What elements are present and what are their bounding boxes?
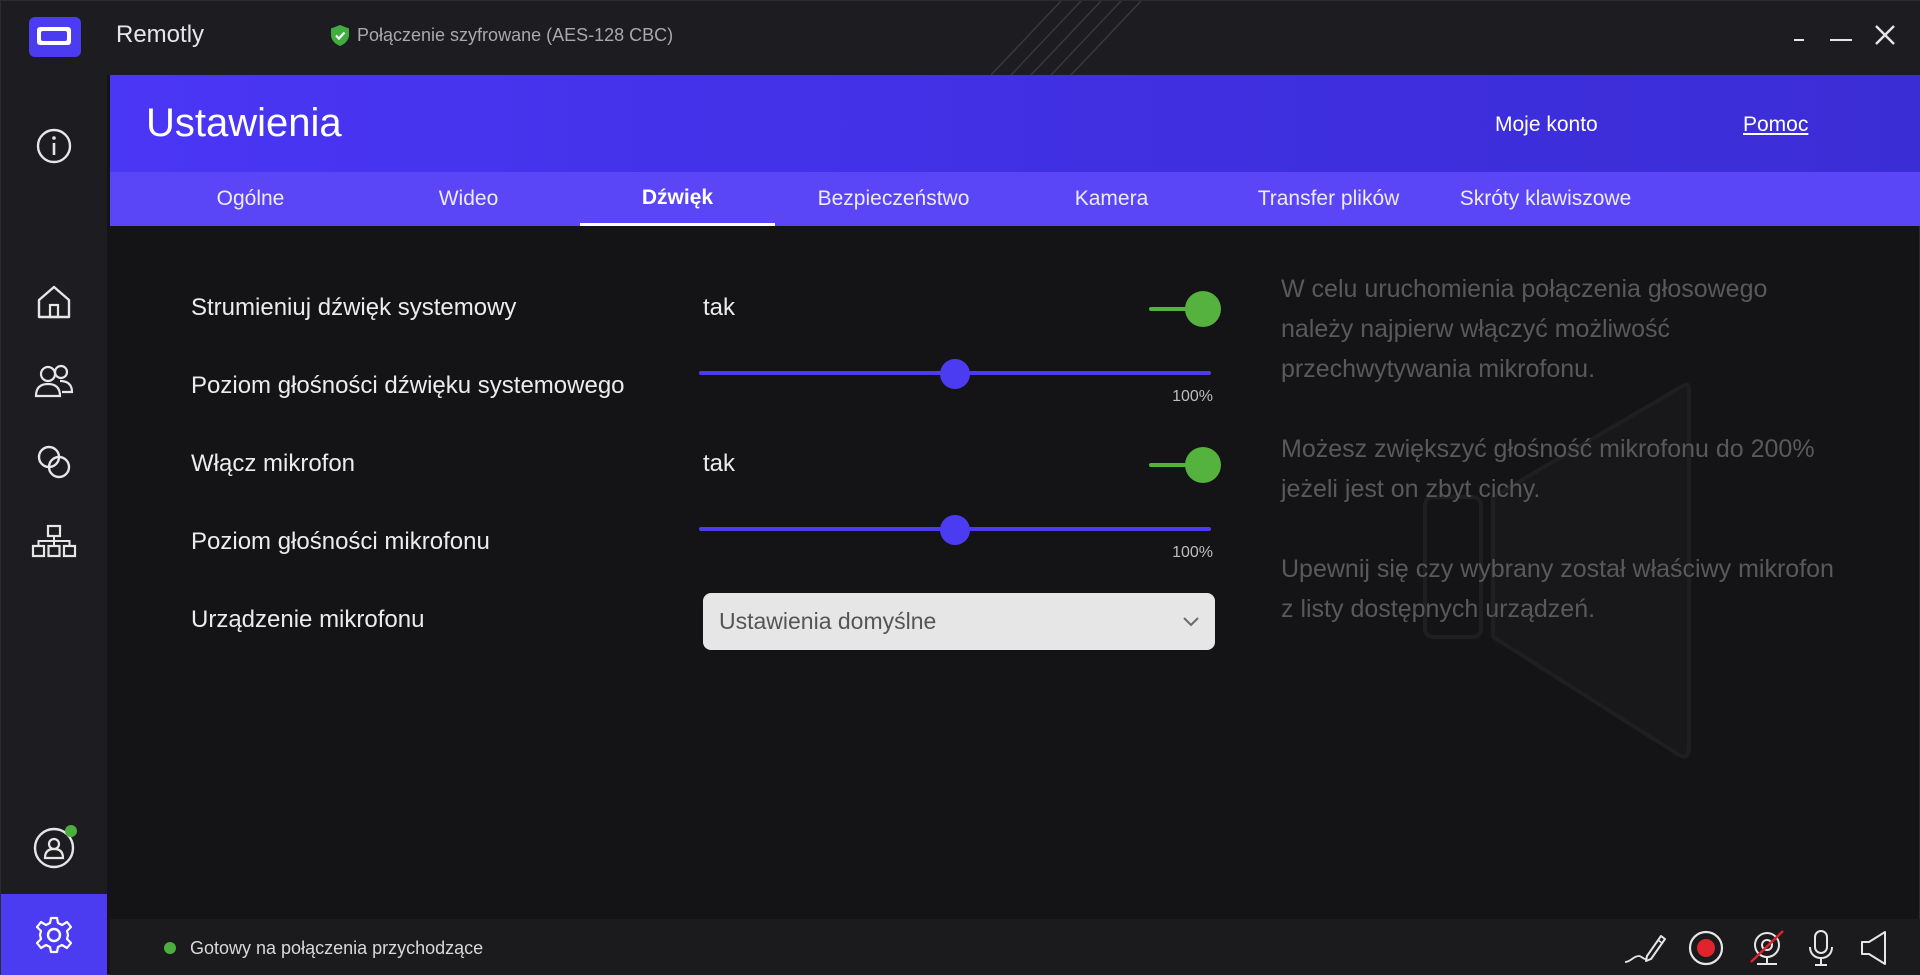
record-button[interactable] bbox=[1684, 927, 1728, 969]
chevron-down-icon bbox=[1183, 617, 1199, 627]
stream-system-audio-value: tak bbox=[703, 294, 736, 321]
info-paragraph: W celu uruchomienia połączenia głosowego… bbox=[1281, 275, 1768, 383]
minimize-button[interactable] bbox=[1781, 17, 1817, 53]
record-icon bbox=[1688, 930, 1724, 966]
enable-microphone-value: tak bbox=[703, 450, 736, 477]
system-volume-slider[interactable] bbox=[699, 357, 1211, 389]
tab-general[interactable]: Ogólne bbox=[153, 172, 348, 226]
sidebar-item-info[interactable] bbox=[24, 116, 84, 176]
stream-system-audio-label: Strumieniuj dźwięk systemowy bbox=[191, 294, 517, 321]
microphone-volume-label: Poziom głośności mikrofonu bbox=[191, 528, 490, 555]
status-text: Gotowy na połączenia przychodzące bbox=[190, 938, 484, 958]
app-window: Remotly Połączenie szyfrowane (AES-128 C… bbox=[0, 0, 1920, 975]
speaker-icon bbox=[1861, 931, 1886, 965]
sidebar-item-sessions[interactable] bbox=[24, 432, 84, 492]
tab-file-transfer[interactable]: Transfer plików bbox=[1231, 172, 1426, 226]
tab-camera[interactable]: Kamera bbox=[1014, 172, 1209, 226]
tab-video[interactable]: Wideo bbox=[371, 172, 566, 226]
camera-button[interactable] bbox=[1745, 927, 1789, 969]
toggle-knob bbox=[1185, 447, 1221, 483]
app-name: Remotly bbox=[116, 21, 205, 48]
users-icon bbox=[34, 364, 74, 398]
system-volume-label: Poziom głośności dźwięku systemowego bbox=[191, 372, 625, 399]
tab-keyboard-shortcuts[interactable]: Skróty klawiszowe bbox=[1448, 172, 1643, 226]
title-bar: Remotly Połączenie szyfrowane (AES-128 C… bbox=[1, 1, 1920, 75]
settings-header: Ustawienia Moje konto Pomoc bbox=[110, 75, 1920, 172]
microphone-button[interactable] bbox=[1799, 927, 1843, 969]
stream-system-audio-toggle[interactable] bbox=[1149, 289, 1221, 329]
microphone-icon bbox=[1809, 930, 1833, 966]
sidebar-item-devices[interactable] bbox=[24, 512, 84, 572]
circles-icon bbox=[37, 445, 71, 479]
help-link[interactable]: Pomoc bbox=[1743, 113, 1808, 137]
gear-icon bbox=[35, 916, 73, 954]
sidebar-item-contacts[interactable] bbox=[24, 351, 84, 411]
pen-icon bbox=[1624, 935, 1666, 963]
slider-thumb[interactable] bbox=[940, 359, 970, 389]
microphone-volume-slider[interactable] bbox=[699, 513, 1211, 545]
maximize-icon bbox=[1830, 39, 1852, 41]
system-volume-percent: 100% bbox=[1172, 388, 1213, 405]
app-logo-icon bbox=[29, 17, 81, 57]
microphone-device-select[interactable]: Ustawienia domyślne bbox=[703, 593, 1215, 650]
info-paragraph: Możesz zwiększyć głośność mikrofonu do 2… bbox=[1281, 435, 1815, 503]
encryption-status: Połączenie szyfrowane (AES-128 CBC) bbox=[331, 25, 673, 46]
maximize-button[interactable] bbox=[1823, 17, 1859, 53]
tab-audio[interactable]: Dźwięk bbox=[580, 172, 775, 226]
shield-check-icon bbox=[331, 25, 349, 46]
enable-microphone-label: Włącz mikrofon bbox=[191, 450, 356, 477]
camera-off-icon bbox=[1750, 930, 1784, 965]
status-indicator-dot bbox=[164, 942, 176, 954]
slider-thumb[interactable] bbox=[940, 515, 970, 545]
close-button[interactable] bbox=[1867, 17, 1903, 53]
sidebar-item-account[interactable] bbox=[24, 818, 84, 878]
online-status-dot bbox=[65, 825, 77, 837]
decorative-stripes bbox=[991, 1, 1142, 75]
draw-tool-button[interactable] bbox=[1623, 927, 1667, 969]
sidebar-item-settings[interactable] bbox=[1, 894, 107, 975]
status-bar: Gotowy na połączenia przychodzące bbox=[110, 919, 1920, 975]
help-info-panel: W celu uruchomienia połączenia głosowego… bbox=[1281, 269, 1841, 669]
minimize-icon bbox=[1794, 39, 1804, 41]
my-account-link[interactable]: Moje konto bbox=[1495, 113, 1598, 137]
tab-security[interactable]: Bezpieczeństwo bbox=[796, 172, 991, 226]
enable-microphone-toggle[interactable] bbox=[1149, 445, 1221, 485]
microphone-device-selected: Ustawienia domyślne bbox=[719, 608, 937, 634]
sidebar-item-home[interactable] bbox=[24, 272, 84, 332]
encryption-status-text: Połączenie szyfrowane (AES-128 CBC) bbox=[357, 25, 674, 45]
sidebar bbox=[1, 75, 107, 975]
info-icon bbox=[36, 128, 72, 164]
close-icon bbox=[1875, 25, 1895, 45]
speaker-button[interactable] bbox=[1853, 927, 1897, 969]
microphone-device-label: Urządzenie mikrofonu bbox=[191, 606, 425, 633]
info-paragraph: Upewnij się czy wybrany został właściwy … bbox=[1281, 555, 1834, 623]
network-icon bbox=[31, 524, 77, 558]
microphone-volume-percent: 100% bbox=[1172, 544, 1213, 561]
toggle-knob bbox=[1185, 291, 1221, 327]
settings-tabs: Ogólne Wideo Dźwięk Bezpieczeństwo Kamer… bbox=[110, 172, 1920, 226]
home-icon bbox=[37, 285, 71, 319]
page-title: Ustawienia bbox=[146, 101, 342, 145]
